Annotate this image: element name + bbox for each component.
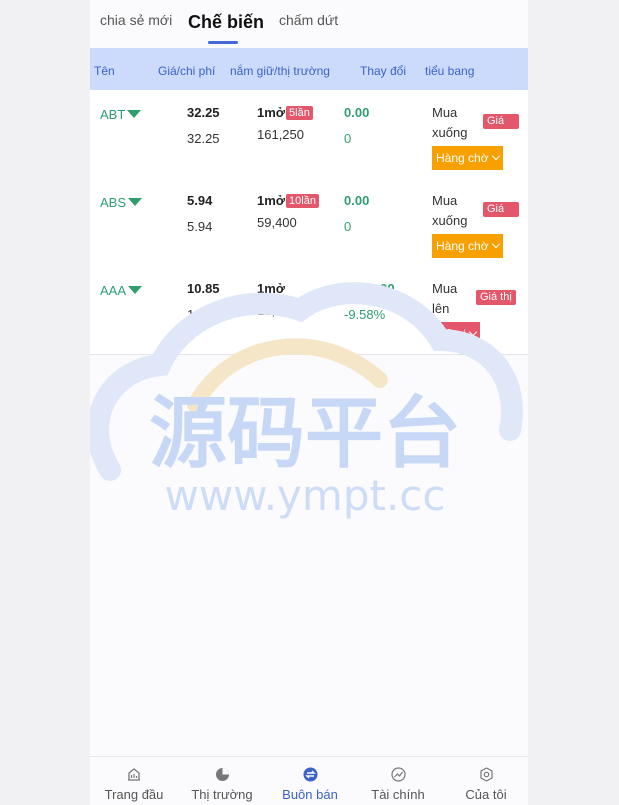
change-percent: 0 [344, 131, 352, 146]
lots-cell: 1mở 10lần [257, 193, 319, 208]
status-text: Mua lên [432, 279, 476, 319]
nav-item-trade[interactable]: Buôn bán [266, 757, 354, 805]
table-row[interactable]: AAA 10.85 12.00 1mở 10,850 -1150.00 -9.5… [90, 266, 528, 355]
nav-item-profile[interactable]: Của tôi [442, 757, 528, 805]
down-triangle-icon [127, 110, 142, 118]
lots-value: 1mở [257, 193, 286, 208]
down-triangle-icon [128, 286, 143, 294]
lots-cell: 1mở 5lần [257, 105, 313, 120]
price-value: 5.94 [187, 193, 213, 208]
symbol-cell: ABT [100, 107, 142, 122]
cost-value: 32.25 [187, 131, 220, 146]
nav-label: Thị trường [191, 787, 253, 802]
active-tab-indicator [208, 41, 238, 44]
cloud-arc-shape [187, 338, 388, 413]
chevron-down-icon [468, 327, 478, 337]
watermark-url: www.ympt.cc [165, 471, 446, 520]
status-text: Mua xuống [432, 103, 476, 143]
home-chart-icon [128, 768, 140, 781]
lots-value: 1mở [257, 105, 286, 120]
change-percent: -9.58% [344, 307, 386, 322]
pending-order-button[interactable]: Hàng chờ [432, 146, 503, 170]
status-text: Mua xuống [432, 191, 476, 231]
order-type-tag: Giá [483, 114, 519, 129]
header-name: Tên [94, 64, 115, 78]
app-screen: chia sẻ mới Chế biến chấm dứt Tên Giá/ch… [90, 0, 528, 805]
nav-label: Buôn bán [282, 787, 338, 802]
nav-label: Trang đầu [104, 787, 164, 802]
price-value: 10.85 [187, 281, 220, 296]
cost-value: 5.94 [187, 219, 213, 234]
symbol-label: ABS [100, 195, 127, 210]
pending-order-button[interactable]: Hàng chờ [432, 234, 503, 258]
header-state: tiểu bang [425, 64, 475, 78]
user-gear-icon [480, 767, 493, 782]
market-value: 161,250 [257, 127, 304, 142]
status-line-2: xuống [432, 125, 468, 140]
header-change: Thay đổi [360, 64, 407, 78]
change-value: 0.00 [344, 105, 370, 120]
top-tabs: chia sẻ mới Chế biến chấm dứt [90, 0, 528, 46]
cost-value: 12.00 [187, 307, 220, 322]
change-value: 0.00 [344, 193, 370, 208]
chevron-down-icon [491, 239, 500, 249]
nav-item-finance[interactable]: Tài chính [354, 757, 442, 805]
times-badge: 10lần [286, 194, 319, 208]
nav-item-home[interactable]: Trang đầu [90, 757, 178, 805]
header-price-cost: Giá/chi phí [158, 64, 216, 78]
change-percent: 0 [344, 219, 352, 234]
tab-terminated[interactable]: chấm dứt [279, 12, 338, 28]
status-line-2: lên [432, 301, 450, 316]
nav-item-market[interactable]: Thị trường [178, 757, 266, 805]
button-label: Hàng chờ [436, 239, 489, 253]
market-value: 59,400 [257, 215, 297, 230]
change-value: -1150.00 [344, 281, 395, 296]
table-row[interactable]: ABS 5.94 5.94 1mở 10lần 59,400 0.00 0 Mua… [90, 178, 528, 267]
chevron-down-icon [491, 151, 500, 161]
button-label: Hàng chờ [436, 151, 489, 165]
trend-icon [391, 767, 406, 782]
header-holding-market: nắm giữ/thị trường [230, 64, 330, 78]
tab-new-shares[interactable]: chia sẻ mới [100, 12, 172, 28]
lots-value: 1mở [257, 281, 286, 296]
symbol-label: ABT [100, 107, 126, 122]
watermark-title: 源码平台 [149, 389, 461, 479]
lots-cell: 1mở [257, 281, 285, 296]
status-line-2: xuống [432, 213, 468, 228]
symbol-cell: ABS [100, 195, 143, 210]
market-value: 10,850 [257, 303, 297, 318]
nav-label: Của tôi [465, 787, 507, 802]
table-row[interactable]: ABT 32.25 32.25 1mở 5lần 161,250 0.00 0 M… [90, 90, 528, 179]
down-triangle-icon [128, 198, 143, 206]
price-value: 32.25 [187, 105, 220, 120]
order-type-tag: Giá thị [476, 290, 516, 305]
bottom-nav: Trang đầu Thị trường Buôn bán Tài chính … [90, 756, 528, 805]
times-badge: 5lần [286, 106, 313, 120]
nav-label: Tài chính [371, 787, 425, 802]
open-position-button[interactable]: Mở vị [432, 322, 480, 346]
status-line-1: Mua [432, 281, 458, 296]
tab-processing[interactable]: Chế biến [188, 12, 264, 33]
status-line-1: Mua [432, 105, 458, 120]
table-header: Tên Giá/chi phí nắm giữ/thị trường Thay … [90, 48, 528, 90]
symbol-label: AAA [100, 283, 127, 298]
pie-chart-icon [216, 768, 229, 781]
exchange-icon [303, 767, 318, 782]
button-label: Mở vị [436, 327, 466, 341]
status-line-1: Mua [432, 193, 458, 208]
symbol-cell: AAA [100, 283, 143, 298]
order-type-tag: Giá [483, 202, 519, 217]
